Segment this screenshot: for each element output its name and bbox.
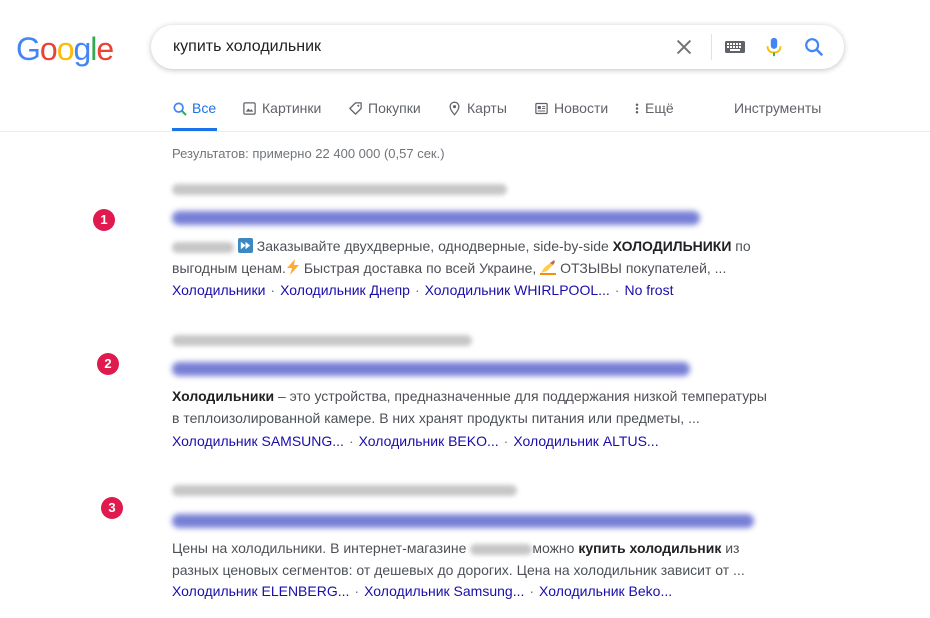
logo-letter: o (39, 31, 58, 67)
tab-label: Карты (467, 100, 507, 116)
search-icon[interactable] (803, 36, 825, 58)
fast-forward-icon (237, 238, 253, 253)
separator: · (348, 433, 354, 449)
result-number-badge: 2 (97, 353, 119, 375)
sitelink[interactable]: Холодильник BEKO... (359, 433, 499, 449)
result-stats: Результатов: примерно 22 400 000 (0,57 с… (172, 146, 445, 161)
sitelinks: Холодильник SAMSUNG... · Холодильник BEKO.… (172, 433, 659, 449)
lightning-icon (286, 259, 299, 275)
snippet-text: Заказывайте двухдверные, однодверные, si… (256, 238, 613, 254)
logo-letter: g (73, 31, 91, 67)
separator: · (503, 433, 509, 449)
writing-hand-icon (540, 260, 557, 275)
sitelink[interactable]: Холодильник WHIRLPOOL... (425, 282, 610, 298)
blurred-date (172, 241, 234, 253)
sitelink[interactable]: Холодильник ALTUS... (513, 433, 658, 449)
tab-label: Новости (554, 100, 609, 116)
sitelink[interactable]: Холодильник Beko... (539, 583, 672, 599)
snippet-text: ОТЗЫВЫ покупателей, ... (556, 260, 727, 276)
google-logo[interactable]: Google (16, 31, 114, 68)
tab-label: Ещё (645, 100, 674, 116)
keyboard-icon[interactable] (725, 39, 745, 55)
result-title-link[interactable] (172, 211, 700, 225)
sitelinks: Холодильники · Холодильник Днепр · Холодильн… (172, 282, 673, 298)
search-icon (173, 102, 187, 116)
sitelink[interactable]: Холодильники (172, 282, 265, 298)
sitelink[interactable]: Холодильник SAMSUNG... (172, 433, 344, 449)
news-icon (535, 102, 548, 115)
snippet-text: можно (532, 540, 579, 556)
blurred-store-name (470, 543, 533, 555)
tab-label: Покупки (368, 100, 421, 116)
sitelinks: Холодильник ELENBERG... · Холодильник Sams… (172, 583, 672, 599)
search-box[interactable]: купить холодильник (151, 25, 844, 69)
snippet-bold: купить холодильник (578, 540, 722, 556)
header-divider (0, 131, 930, 132)
tab-images[interactable]: Картинки (242, 95, 327, 131)
sitelink[interactable]: Холодильник Samsung... (364, 583, 524, 599)
tab-label: Картинки (262, 100, 322, 116)
result-title-link[interactable] (172, 362, 690, 376)
blurred-url (172, 335, 472, 346)
microphone-icon[interactable] (763, 35, 785, 59)
divider (711, 34, 712, 60)
separator: · (414, 282, 420, 298)
blurred-url (172, 184, 507, 195)
result-number-badge: 1 (93, 209, 115, 231)
tab-news[interactable]: Новости (534, 95, 614, 131)
separator: · (354, 583, 360, 599)
tab-label: Все (192, 100, 217, 116)
logo-letter: G (16, 31, 41, 67)
search-input[interactable]: купить холодильник (173, 38, 321, 56)
logo-letter: o (56, 31, 75, 67)
snippet-text: Цены на холодильники. В интернет-магазин… (172, 540, 471, 556)
separator: · (614, 282, 620, 298)
result-title-link[interactable] (172, 514, 754, 528)
more-vert-icon (635, 103, 639, 114)
map-pin-icon (449, 101, 460, 116)
sitelink[interactable]: No frost (624, 282, 673, 298)
snippet-bold: ХОЛОДИЛЬНИКИ (612, 238, 732, 254)
tools-button[interactable]: Инструменты (734, 100, 821, 116)
logo-letter: e (96, 31, 114, 67)
image-icon (243, 102, 256, 115)
sitelink[interactable]: Холодильник Днепр (280, 282, 410, 298)
result-snippet: Заказывайте двухдверные, однодверные, si… (172, 235, 772, 279)
result-snippet: Холодильники – это устройства, предназна… (172, 385, 772, 429)
tab-maps[interactable]: Карты (447, 95, 512, 131)
blurred-url (172, 485, 517, 496)
snippet-text: Быстрая доставка по всей Украине, (299, 260, 541, 276)
tag-icon (349, 102, 362, 115)
sitelink[interactable]: Холодильник ELENBERG... (172, 583, 349, 599)
close-icon[interactable] (673, 36, 695, 58)
snippet-bold: Холодильники (172, 388, 275, 404)
tab-shopping[interactable]: Покупки (348, 95, 428, 131)
separator: · (270, 282, 276, 298)
separator: · (529, 583, 535, 599)
tab-more[interactable]: Ещё (632, 95, 677, 131)
result-snippet: Цены на холодильники. В интернет-магазин… (172, 537, 772, 581)
result-number-badge: 3 (101, 497, 123, 519)
tab-all[interactable]: Все (172, 95, 217, 131)
